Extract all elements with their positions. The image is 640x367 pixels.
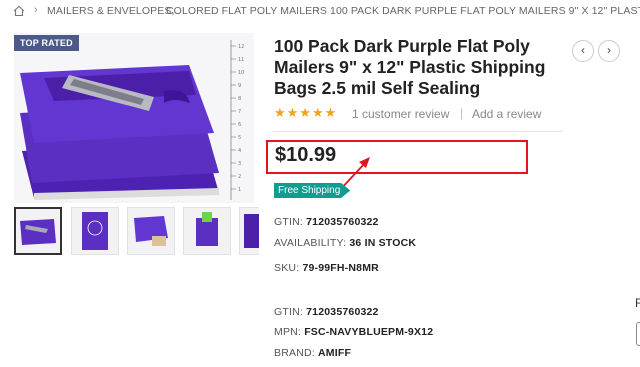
sku-label: SKU:	[274, 262, 300, 274]
mpn-row: MPN: FSC-NAVYBLUEPM-9X12	[274, 326, 433, 338]
ruler-number: 6	[238, 122, 241, 128]
rating-separator: |	[460, 106, 464, 120]
ruler-number: 7	[238, 109, 241, 115]
ruler-number: 9	[238, 83, 241, 89]
cropped-sidebar-control[interactable]	[636, 322, 640, 346]
gtin-label: GTIN:	[274, 216, 303, 228]
availability-label: AVAILABILITY:	[274, 237, 347, 249]
customer-review-link[interactable]: 1 customer review	[352, 107, 449, 121]
sku-row: SKU: 79-99FH-N8MR	[274, 262, 379, 274]
availability-row: AVAILABILITY: 36 IN STOCK	[274, 237, 416, 249]
breadcrumb: › MAILERS & ENVELOPES, COLORED FLAT POLY…	[0, 0, 640, 24]
divider	[273, 131, 563, 132]
ruler-graphic: 12 11 10 9 8 7 6 5 4 3 2 1	[230, 40, 244, 200]
thumbnail-2[interactable]	[71, 207, 119, 255]
gtin-label: GTIN:	[274, 306, 303, 318]
ruler-number: 4	[238, 148, 241, 154]
mpn-value: FSC-NAVYBLUEPM-9X12	[304, 326, 434, 338]
availability-value: 36 IN STOCK	[349, 237, 417, 249]
free-shipping-badge: Free Shipping	[274, 183, 351, 198]
thumbnail-strip	[14, 207, 259, 257]
ruler-number: 3	[238, 161, 241, 167]
prev-product-button[interactable]: ‹	[572, 40, 594, 62]
breadcrumb-item-current: 100 PACK DARK PURPLE FLAT POLY MAILERS 9…	[330, 5, 640, 17]
breadcrumb-separator: ›	[34, 4, 38, 16]
home-icon[interactable]	[13, 5, 25, 17]
gtin-value: 712035760322	[306, 216, 379, 228]
breadcrumb-item-colored-flat[interactable]: COLORED FLAT POLY MAILERS	[166, 5, 327, 17]
thumbnail-1[interactable]	[14, 207, 62, 255]
brand-value: AMIFF	[318, 347, 352, 359]
next-product-button[interactable]: ›	[598, 40, 620, 62]
ruler-number: 11	[238, 57, 244, 63]
gtin-row-2: GTIN: 712035760322	[274, 306, 379, 318]
chevron-right-icon: ›	[607, 43, 611, 57]
ruler-number: 10	[238, 70, 244, 76]
product-price: $10.99	[275, 144, 337, 166]
ruler-number: 12	[238, 44, 244, 50]
ruler-number: 5	[238, 135, 241, 141]
main-product-image[interactable]	[14, 33, 254, 203]
mpn-label: MPN:	[274, 326, 302, 338]
ruler-number: 8	[238, 96, 241, 102]
brand-row: BRAND: AMIFF	[274, 347, 351, 359]
gtin-row: GTIN: 712035760322	[274, 216, 379, 228]
brand-label: BRAND:	[274, 347, 315, 359]
thumbnail-4[interactable]	[183, 207, 231, 255]
thumbnail-5[interactable]	[239, 207, 259, 255]
add-review-link[interactable]: Add a review	[472, 107, 541, 121]
ruler-number: 1	[238, 187, 241, 193]
cropped-sidebar-text: F	[635, 296, 640, 310]
chevron-left-icon: ‹	[581, 43, 585, 57]
breadcrumb-separator: ›	[316, 4, 320, 16]
ruler-number: 2	[238, 174, 241, 180]
top-rated-badge: TOP RATED	[14, 35, 79, 51]
thumbnail-3[interactable]	[127, 207, 175, 255]
purple-mailers-image	[14, 33, 254, 203]
star-rating-icon: ★★★★★	[274, 105, 338, 120]
breadcrumb-item-mailers[interactable]: MAILERS & ENVELOPES,	[47, 5, 174, 17]
gtin-value: 712035760322	[306, 306, 379, 318]
product-title: 100 Pack Dark Purple Flat Poly Mailers 9…	[274, 36, 546, 98]
sku-value: 79-99FH-N8MR	[302, 262, 379, 274]
